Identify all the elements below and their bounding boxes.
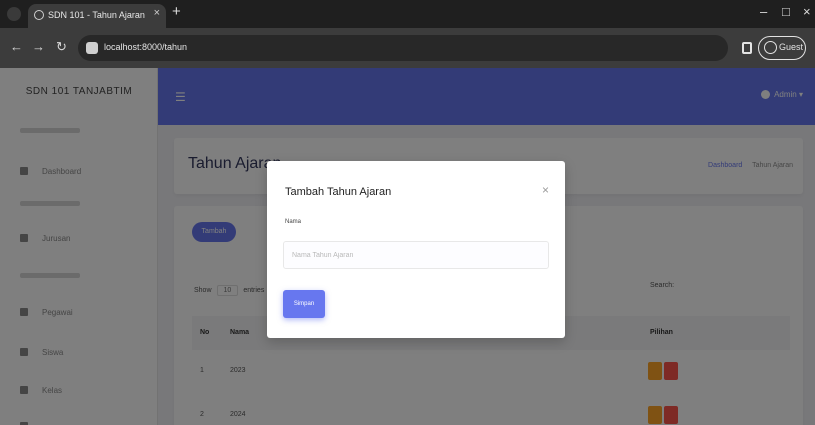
- address-bar[interactable]: localhost:8000/tahun: [78, 35, 728, 61]
- forward-icon[interactable]: →: [32, 39, 45, 54]
- site-info-icon[interactable]: [86, 42, 98, 54]
- browser-menu-icon[interactable]: [7, 7, 21, 21]
- globe-icon: [34, 10, 44, 20]
- guest-profile-button[interactable]: Guest: [758, 36, 806, 60]
- tab-close-icon[interactable]: ×: [154, 7, 160, 19]
- new-tab-button[interactable]: +: [172, 3, 181, 20]
- modal-close-icon[interactable]: ×: [542, 183, 549, 197]
- minimize-button[interactable]: –: [760, 4, 767, 19]
- url-text: localhost:8000/tahun: [104, 42, 188, 52]
- guest-label: Guest: [779, 42, 804, 52]
- simpan-button[interactable]: Simpan: [283, 290, 325, 318]
- reload-icon[interactable]: ↻: [56, 39, 67, 55]
- page: SDN 101 TANJABTIM Dashboard Jurusan Pega…: [0, 68, 815, 425]
- window-close-button[interactable]: ×: [803, 4, 811, 19]
- back-icon[interactable]: ←: [10, 39, 23, 54]
- maximize-button[interactable]: □: [782, 4, 790, 19]
- nama-tahun-ajaran-input[interactable]: [283, 241, 549, 269]
- tab-title: SDN 101 - Tahun Ajaran: [48, 10, 145, 20]
- browser-tab-bar: SDN 101 - Tahun Ajaran × + – □ ×: [0, 0, 815, 28]
- sidebar-panel-icon[interactable]: [742, 42, 752, 54]
- add-tahun-ajaran-modal: Tambah Tahun Ajaran × Nama Simpan: [267, 161, 565, 338]
- browser-tab[interactable]: SDN 101 - Tahun Ajaran ×: [28, 4, 166, 28]
- person-icon: [764, 41, 777, 54]
- browser-toolbar: ← → ↻ localhost:8000/tahun Guest: [0, 28, 815, 68]
- modal-title: Tambah Tahun Ajaran: [285, 186, 392, 198]
- nama-field-label: Nama: [285, 219, 302, 225]
